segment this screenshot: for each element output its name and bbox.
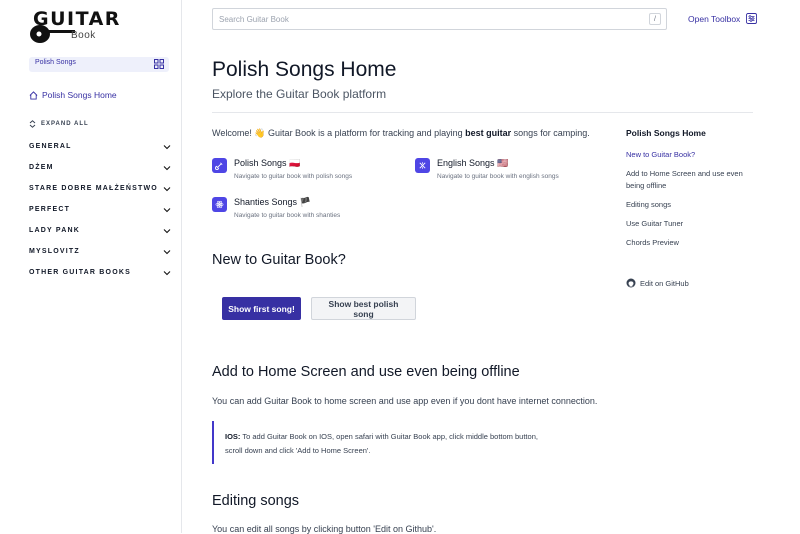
github-icon xyxy=(626,278,636,288)
card-description: Navigate to guitar book with english son… xyxy=(437,173,559,180)
toc-item-tuner[interactable]: Use Guitar Tuner xyxy=(626,218,761,230)
atom-icon xyxy=(212,197,227,212)
sidebar-nav: GENERAL DŻEM STARE DOBRE MAŁŻEŃSTWO PERF… xyxy=(29,136,171,283)
guitar-icon xyxy=(212,158,227,173)
toc-item-chords[interactable]: Chords Preview xyxy=(626,237,761,249)
sidebar-item-label: DŻEM xyxy=(29,164,54,171)
card-title: Polish Songs 🇵🇱 xyxy=(234,158,301,168)
sidebar-item-label: GENERAL xyxy=(29,143,72,150)
sidebar-home-link[interactable]: Polish Songs Home xyxy=(29,90,117,100)
chevron-down-icon xyxy=(163,228,171,233)
logo-subtitle: Book xyxy=(71,30,96,41)
card-description: Navigate to guitar book with shanties xyxy=(234,212,341,219)
search-shortcut-key: / xyxy=(649,13,661,25)
card-polish-songs[interactable]: Polish Songs 🇵🇱 Navigate to guitar book … xyxy=(212,158,352,180)
guitar-book-logo[interactable]: GUITAR Book xyxy=(29,8,119,46)
table-of-contents: New to Guitar Book? Add to Home Screen a… xyxy=(626,149,761,256)
section-heading-new: New to Guitar Book? xyxy=(212,252,346,268)
chevron-down-icon xyxy=(163,144,171,149)
toc-item-home-screen[interactable]: Add to Home Screen and use even being of… xyxy=(626,168,761,192)
edit-on-github-link[interactable]: Edit on GitHub xyxy=(626,278,689,288)
sidebar-item-myslovitz[interactable]: MYSLOVITZ xyxy=(29,241,171,262)
sidebar-item-stare-dobre-malzenstwo[interactable]: STARE DOBRE MAŁŻEŃSTWO xyxy=(29,178,171,199)
ios-callout: IOS: To add Guitar Book on IOS, open saf… xyxy=(212,421,592,464)
open-toolbox-button[interactable]: Open Toolbox xyxy=(688,13,758,24)
page-subtitle: Explore the Guitar Book platform xyxy=(212,87,387,101)
edit-on-github-label: Edit on GitHub xyxy=(640,278,689,288)
callout-line1: To add Guitar Book on IOS, open safari w… xyxy=(240,432,538,441)
show-best-polish-song-button[interactable]: Show best polish song xyxy=(311,297,416,320)
expand-all-label: EXPAND ALL xyxy=(41,121,89,127)
card-title: Shanties Songs 🏴 xyxy=(234,197,311,207)
sidebar-item-label: OTHER GUITAR BOOKS xyxy=(29,269,131,276)
chevron-down-icon xyxy=(163,207,171,212)
callout-label: IOS: xyxy=(225,432,241,441)
sidebar: GUITAR Book Polish Songs Polish Songs Ho… xyxy=(0,0,182,533)
card-title: English Songs 🇺🇸 xyxy=(437,158,509,168)
expand-icon xyxy=(29,120,36,128)
home-screen-paragraph: You can add Guitar Book to home screen a… xyxy=(212,396,598,406)
sidebar-item-label: PERFECT xyxy=(29,206,71,213)
callout-line2: scroll down and click 'Add to Home Scree… xyxy=(225,446,371,455)
book-selector-label: Polish Songs xyxy=(35,59,76,66)
section-heading-home-screen: Add to Home Screen and use even being of… xyxy=(212,364,520,380)
welcome-text: Welcome! 👋 Guitar Book is a platform for… xyxy=(212,128,590,139)
card-shanties-songs[interactable]: Shanties Songs 🏴 Navigate to guitar book… xyxy=(212,197,340,219)
chevron-down-icon xyxy=(163,165,171,170)
sidebar-item-label: LADY PANK xyxy=(29,227,80,234)
welcome-text-part2: songs for camping. xyxy=(511,128,590,138)
section-heading-editing: Editing songs xyxy=(212,493,300,509)
welcome-text-part1: Welcome! 👋 Guitar Book is a platform for… xyxy=(212,128,466,138)
sidebar-item-dzem[interactable]: DŻEM xyxy=(29,157,171,178)
guitar-icon xyxy=(415,158,430,173)
sidebar-item-label: STARE DOBRE MAŁŻEŃSTWO xyxy=(29,185,158,192)
toc-item-new[interactable]: New to Guitar Book? xyxy=(626,149,761,161)
toolbox-icon xyxy=(746,13,758,24)
page-title: Polish Songs Home xyxy=(212,58,397,81)
logo-word: GUITAR xyxy=(33,8,121,30)
header-divider xyxy=(212,112,753,113)
book-selector[interactable]: Polish Songs xyxy=(29,57,169,72)
card-description: Navigate to guitar book with polish song… xyxy=(234,173,353,180)
toc-item-editing[interactable]: Editing songs xyxy=(626,199,761,211)
open-toolbox-label: Open Toolbox xyxy=(688,13,741,24)
sidebar-item-other-guitar-books[interactable]: OTHER GUITAR BOOKS xyxy=(29,262,171,283)
chevron-down-icon xyxy=(163,186,171,191)
sidebar-item-general[interactable]: GENERAL xyxy=(29,136,171,157)
sidebar-item-label: MYSLOVITZ xyxy=(29,248,80,255)
expand-all-button[interactable]: EXPAND ALL xyxy=(29,120,89,128)
sidebar-home-label: Polish Songs Home xyxy=(42,90,117,100)
search-input[interactable] xyxy=(219,13,639,25)
home-icon xyxy=(29,90,38,100)
grid-icon xyxy=(154,59,164,69)
sidebar-item-perfect[interactable]: PERFECT xyxy=(29,199,171,220)
search-box[interactable]: / xyxy=(212,8,667,30)
card-english-songs[interactable]: English Songs 🇺🇸 Navigate to guitar book… xyxy=(415,158,559,180)
toc-title: Polish Songs Home xyxy=(626,128,706,138)
chevron-down-icon xyxy=(163,270,171,275)
sidebar-item-lady-pank[interactable]: LADY PANK xyxy=(29,220,171,241)
show-first-song-button[interactable]: Show first song! xyxy=(222,297,301,320)
chevron-down-icon xyxy=(163,249,171,254)
welcome-text-bold: best guitar xyxy=(465,128,512,138)
